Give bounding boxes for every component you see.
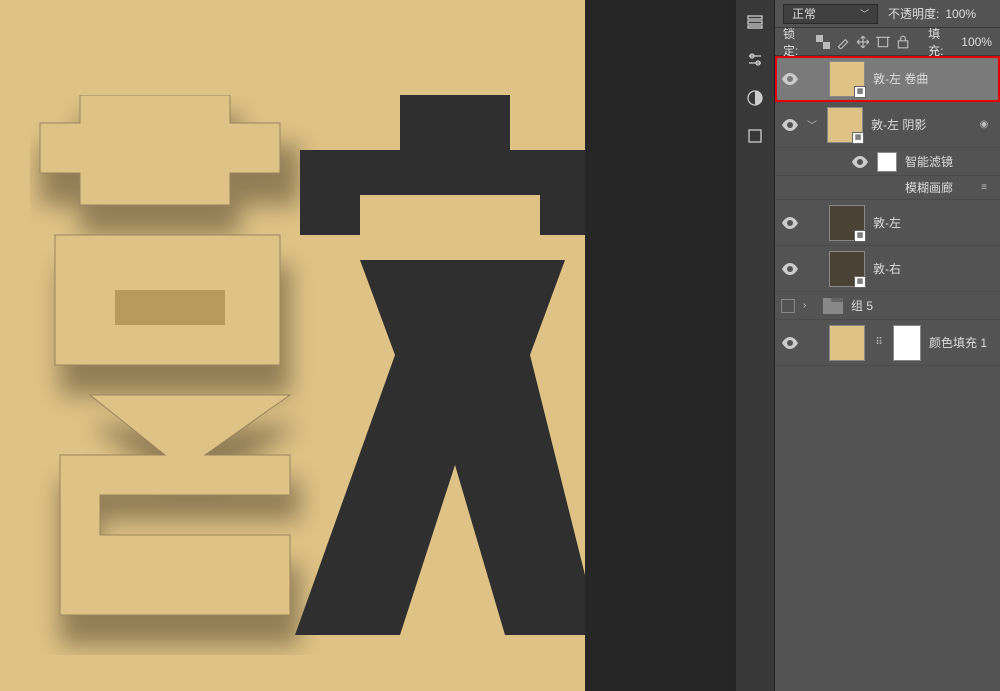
history-icon[interactable]: [741, 8, 769, 36]
canvas-border: [585, 0, 735, 691]
blend-mode-select[interactable]: 正常 ﹀: [783, 4, 878, 24]
visibility-toggle[interactable]: [781, 260, 799, 278]
adjustments-icon[interactable]: [741, 46, 769, 74]
opacity-value[interactable]: 100%: [945, 7, 976, 21]
visibility-empty[interactable]: [781, 299, 795, 313]
layer-row[interactable]: ▦ 敦-左 卷曲: [775, 56, 1000, 102]
layer-name[interactable]: 组 5: [851, 297, 994, 314]
layer-name[interactable]: 敦-左 阴影: [871, 116, 966, 133]
lock-all-icon[interactable]: [896, 35, 910, 49]
disclosure-icon[interactable]: ﹀: [807, 117, 819, 132]
filter-options-icon[interactable]: ≡: [974, 178, 994, 198]
filter-mask-thumbnail[interactable]: [877, 152, 897, 172]
visibility-toggle[interactable]: [851, 153, 869, 171]
smart-object-badge: ▦: [854, 276, 866, 288]
fill-label: 填充:: [928, 25, 955, 59]
layer-thumbnail[interactable]: ▦: [829, 61, 865, 97]
link-icon[interactable]: ⠿: [873, 335, 885, 351]
lock-icons-group: [816, 35, 910, 49]
lock-artboard-icon[interactable]: [876, 35, 890, 49]
smart-filter-row[interactable]: 智能滤镜: [775, 148, 1000, 176]
layer-thumbnail[interactable]: ▦: [829, 205, 865, 241]
filter-item-row[interactable]: 模糊画廊 ≡: [775, 176, 1000, 200]
layer-name[interactable]: 颜色填充 1: [929, 334, 994, 351]
character-left: [30, 95, 320, 655]
layer-row[interactable]: ▦ 敦-右: [775, 246, 1000, 292]
layer-row[interactable]: ▦ 敦-左: [775, 200, 1000, 246]
visibility-toggle[interactable]: [781, 214, 799, 232]
layer-name[interactable]: 模糊画廊: [905, 179, 966, 196]
visibility-toggle[interactable]: [781, 116, 799, 134]
libraries-icon[interactable]: [741, 122, 769, 150]
lock-brush-icon[interactable]: [836, 35, 850, 49]
lock-move-icon[interactable]: [856, 35, 870, 49]
layers-lock-bar: 锁定: 填充: 100%: [775, 28, 1000, 56]
layer-thumbnail[interactable]: ▦: [827, 107, 863, 143]
fill-thumbnail[interactable]: [829, 325, 865, 361]
blend-mode-value: 正常: [792, 5, 816, 22]
canvas[interactable]: [0, 0, 585, 691]
smart-object-badge: ▦: [854, 86, 866, 98]
lock-label: 锁定:: [783, 25, 810, 59]
visibility-toggle[interactable]: [781, 334, 799, 352]
smart-object-badge: ▦: [852, 132, 864, 144]
layer-name[interactable]: 敦-左: [873, 214, 994, 231]
contrast-icon[interactable]: [741, 84, 769, 112]
smart-object-badge: ▦: [854, 230, 866, 242]
layer-group-row[interactable]: › 组 5: [775, 292, 1000, 320]
lock-transparency-icon[interactable]: [816, 35, 830, 49]
chevron-down-icon: ﹀: [860, 7, 869, 20]
character-right: [290, 95, 585, 655]
layers-list: ▦ 敦-左 卷曲 ﹀ ▦ 敦-左 阴影 ◉ 智能滤镜: [775, 56, 1000, 691]
layer-thumbnail[interactable]: ▦: [829, 251, 865, 287]
disclosure-icon[interactable]: ›: [803, 300, 815, 311]
filter-indicator-icon[interactable]: ◉: [974, 115, 994, 135]
layer-name[interactable]: 敦-左 卷曲: [873, 70, 994, 87]
folder-icon: [823, 298, 843, 314]
layer-name[interactable]: 智能滤镜: [905, 153, 994, 170]
fill-value[interactable]: 100%: [961, 35, 992, 49]
layer-row[interactable]: ⠿ 颜色填充 1: [775, 320, 1000, 366]
mask-thumbnail[interactable]: [893, 325, 921, 361]
layers-panel: 正常 ﹀ 不透明度: 100% 锁定: 填充: 100% ▦ 敦-左 卷曲: [775, 0, 1000, 691]
properties-dock: [735, 0, 775, 691]
visibility-toggle[interactable]: [781, 70, 799, 88]
opacity-label: 不透明度:: [888, 5, 939, 22]
layer-row[interactable]: ﹀ ▦ 敦-左 阴影 ◉: [775, 102, 1000, 148]
layer-name[interactable]: 敦-右: [873, 260, 994, 277]
